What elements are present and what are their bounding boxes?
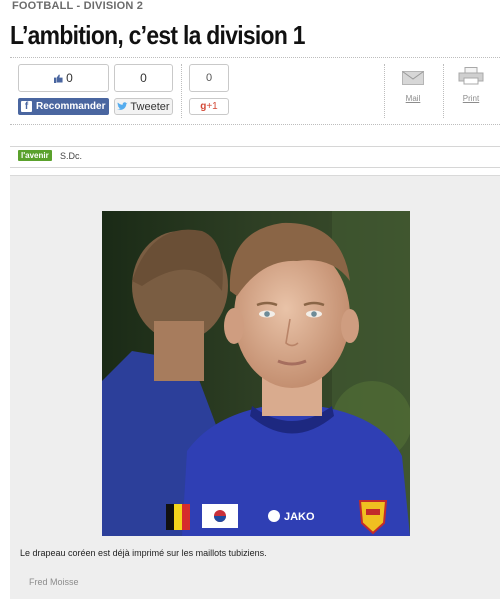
- envelope-icon: [402, 71, 424, 85]
- facebook-recommend-label: Recommander: [36, 101, 106, 112]
- article-title: L’ambition, c’est la division 1: [10, 20, 305, 50]
- mail-button[interactable]: Mail: [393, 63, 433, 103]
- facebook-recommend-button[interactable]: f Recommander: [18, 98, 109, 115]
- twitter-bird-icon: [117, 102, 129, 110]
- tools-divider-right: [443, 64, 444, 118]
- printer-icon: [458, 67, 484, 85]
- jersey-brand-text: JAKO: [284, 511, 315, 523]
- facebook-icon: f: [21, 101, 32, 112]
- share-bar: 0 f Recommander 0 Tweeter 0 g +1 Mail Pr…: [10, 57, 500, 125]
- tweet-label: Tweeter: [130, 100, 170, 113]
- gplus-count: 0: [189, 64, 229, 92]
- print-button[interactable]: Print: [451, 63, 491, 103]
- thumbs-up-icon: [54, 73, 63, 83]
- twitter-count-value: 0: [140, 71, 147, 85]
- gplus-label: +1: [206, 101, 218, 112]
- article-photo[interactable]: JAKO: [102, 211, 410, 536]
- author: S.Dc.: [60, 151, 83, 161]
- tools-divider-left: [384, 64, 385, 118]
- gplus-button[interactable]: g +1: [189, 98, 229, 115]
- byline: l'avenir S.Dc.: [10, 146, 500, 168]
- article-kicker: FOOTBALL - DIVISION 2: [12, 0, 144, 12]
- photo-frame: JAKO Le drapeau coréen est déjà imprimé …: [10, 175, 500, 599]
- photo-credit: Fred Moisse: [29, 577, 79, 587]
- twitter-count: 0: [114, 64, 173, 92]
- facebook-count-value: 0: [66, 71, 73, 85]
- source-logo: l'avenir: [18, 150, 52, 161]
- photo-caption: Le drapeau coréen est déjà imprimé sur l…: [20, 548, 267, 558]
- share-divider: [181, 64, 182, 118]
- gplus-count-value: 0: [205, 72, 213, 84]
- mail-label: Mail: [405, 94, 421, 103]
- facebook-count: 0: [18, 64, 109, 92]
- print-label: Print: [462, 94, 480, 103]
- player-photo-image: JAKO: [102, 211, 410, 536]
- tweet-button[interactable]: Tweeter: [114, 98, 173, 115]
